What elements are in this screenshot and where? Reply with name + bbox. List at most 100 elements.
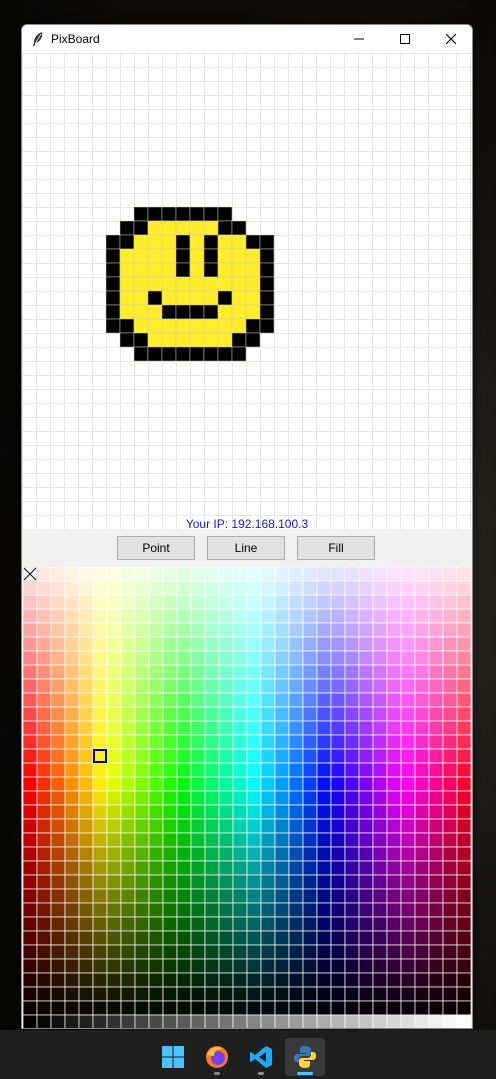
palette-swatch — [274, 692, 290, 708]
palette-swatch — [64, 846, 80, 862]
pixel-cell — [147, 318, 163, 334]
palette-grid[interactable] — [23, 567, 471, 1029]
palette-swatch — [246, 762, 262, 778]
palette-swatch — [162, 944, 178, 960]
palette-swatch — [442, 1000, 458, 1016]
palette-swatch — [358, 930, 374, 946]
palette-swatch — [23, 776, 38, 792]
palette-swatch — [400, 818, 416, 834]
pixel-cell — [217, 332, 233, 348]
palette-swatch — [414, 846, 430, 862]
point-tool-button[interactable]: Point — [117, 536, 195, 560]
palette-swatch — [78, 567, 94, 582]
palette-swatch — [78, 972, 94, 988]
palette-swatch — [288, 580, 304, 596]
palette-swatch — [358, 608, 374, 624]
pixel-grid[interactable] — [22, 53, 472, 529]
palette-swatch — [358, 580, 374, 596]
pixel-cell — [147, 248, 163, 264]
palette-swatch — [316, 1014, 332, 1028]
palette-swatch — [120, 636, 136, 652]
color-palette[interactable] — [23, 567, 471, 1029]
palette-swatch — [162, 930, 178, 946]
taskbar-vscode[interactable] — [241, 1038, 281, 1076]
palette-swatch — [246, 692, 262, 708]
palette-swatch — [92, 1014, 108, 1028]
palette-swatch — [316, 720, 332, 736]
palette-swatch — [246, 804, 262, 820]
palette-swatch — [288, 762, 304, 778]
palette-swatch — [148, 944, 164, 960]
palette-swatch — [372, 916, 388, 932]
palette-swatch — [50, 720, 66, 736]
pixel-cell — [217, 234, 233, 250]
palette-swatch — [92, 762, 108, 778]
palette-swatch — [190, 734, 206, 750]
palette-swatch — [92, 958, 108, 974]
palette-swatch — [456, 972, 471, 988]
pixel-cell — [231, 346, 247, 362]
palette-swatch — [148, 650, 164, 666]
palette-swatch — [288, 972, 304, 988]
pixel-cell — [189, 276, 205, 292]
palette-swatch — [106, 636, 122, 652]
taskbar-start[interactable] — [153, 1038, 193, 1076]
pixel-cell — [133, 262, 149, 278]
palette-swatch — [260, 776, 276, 792]
palette-swatch — [302, 594, 318, 610]
pixel-cell — [147, 234, 163, 250]
palette-swatch — [344, 1014, 360, 1028]
palette-swatch — [442, 888, 458, 904]
palette-swatch — [120, 748, 136, 764]
palette-swatch — [23, 804, 38, 820]
palette-swatch — [414, 762, 430, 778]
palette-swatch — [442, 580, 458, 596]
palette-swatch — [330, 594, 346, 610]
palette-swatch — [246, 958, 262, 974]
drawing-canvas[interactable] — [22, 53, 472, 529]
minimize-button[interactable] — [336, 25, 382, 53]
palette-swatch — [386, 972, 402, 988]
palette-swatch — [106, 1014, 122, 1028]
palette-swatch — [260, 762, 276, 778]
palette-swatch — [358, 1014, 374, 1028]
palette-swatch — [428, 776, 444, 792]
title-bar[interactable]: PixBoard — [22, 25, 472, 53]
palette-swatch — [50, 804, 66, 820]
palette-swatch — [120, 972, 136, 988]
palette-swatch — [274, 832, 290, 848]
palette-swatch — [316, 650, 332, 666]
palette-swatch — [176, 860, 192, 876]
palette-swatch — [330, 608, 346, 624]
maximize-button[interactable] — [382, 25, 428, 53]
palette-swatch — [162, 818, 178, 834]
palette-swatch — [162, 580, 178, 596]
palette-swatch — [106, 664, 122, 680]
palette-swatch — [260, 636, 276, 652]
palette-swatch — [442, 874, 458, 890]
palette-swatch — [302, 678, 318, 694]
palette-swatch — [358, 902, 374, 918]
taskbar-firefox[interactable] — [197, 1038, 237, 1076]
palette-swatch — [50, 1014, 66, 1028]
palette-swatch — [190, 1000, 206, 1016]
close-button[interactable] — [428, 25, 472, 53]
palette-swatch — [190, 832, 206, 848]
fill-tool-button[interactable]: Fill — [297, 536, 375, 560]
palette-swatch — [218, 790, 234, 806]
palette-swatch — [456, 748, 471, 764]
feather-icon — [33, 32, 43, 46]
palette-swatch — [414, 986, 430, 1002]
palette-swatch — [204, 916, 220, 932]
palette-swatch — [316, 608, 332, 624]
palette-swatch — [316, 874, 332, 890]
palette-swatch — [358, 846, 374, 862]
line-tool-button[interactable]: Line — [207, 536, 285, 560]
palette-swatch — [148, 1000, 164, 1016]
palette-swatch — [414, 930, 430, 946]
palette-swatch — [23, 1014, 38, 1028]
taskbar-python[interactable] — [285, 1038, 325, 1076]
palette-swatch — [344, 790, 360, 806]
palette-swatch — [260, 790, 276, 806]
palette-swatch — [23, 1000, 38, 1016]
